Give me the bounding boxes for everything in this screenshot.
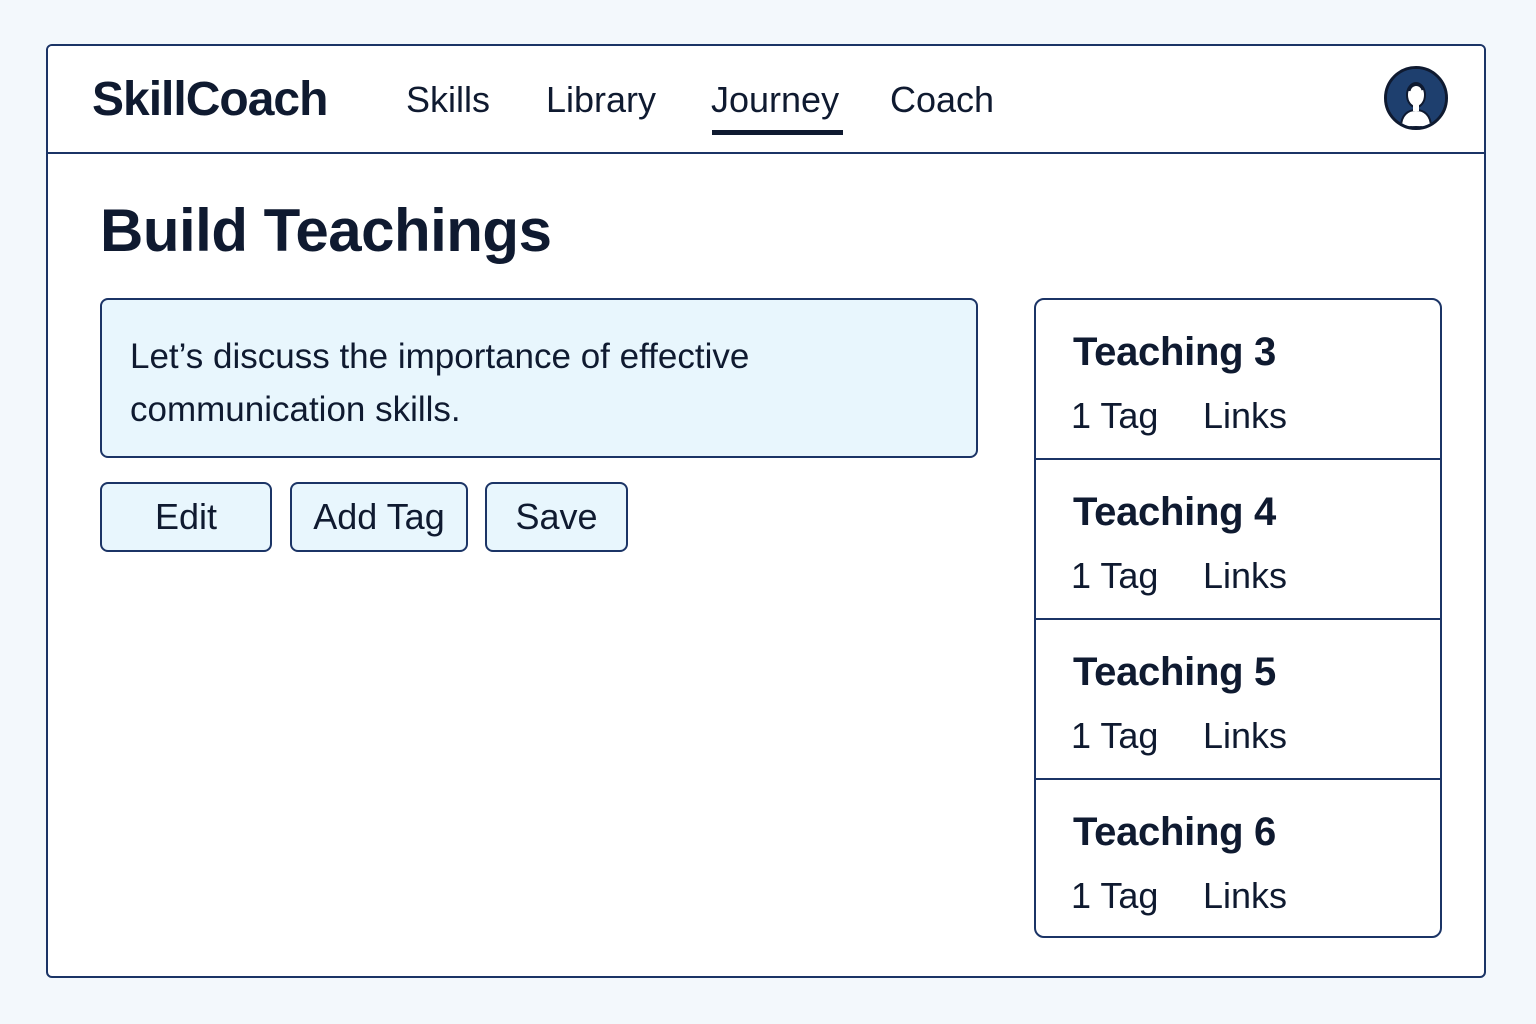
- teachings-list: Teaching 3 1 Tag Links Teaching 4 1 Tag …: [1034, 298, 1442, 938]
- teaching-links[interactable]: Links: [1203, 554, 1287, 598]
- teaching-card[interactable]: Teaching 3 1 Tag Links: [1036, 300, 1440, 460]
- brand-logo[interactable]: SkillCoach: [92, 72, 328, 128]
- teaching-text-box[interactable]: Let’s discuss the importance of effectiv…: [100, 298, 978, 458]
- teaching-title: Teaching 4: [1073, 490, 1276, 534]
- save-button[interactable]: Save: [485, 482, 628, 552]
- teaching-tag-count[interactable]: 1 Tag: [1071, 554, 1158, 598]
- page-title: Build Teachings: [100, 197, 552, 264]
- teaching-title: Teaching 5: [1073, 650, 1276, 694]
- nav-coach[interactable]: Coach: [890, 78, 994, 122]
- teaching-card[interactable]: Teaching 6 1 Tag Links: [1036, 780, 1440, 936]
- top-nav-bar: SkillCoach Skills Library Journey Coach: [48, 46, 1484, 154]
- teaching-card[interactable]: Teaching 4 1 Tag Links: [1036, 460, 1440, 620]
- active-nav-indicator: [712, 130, 843, 135]
- teaching-links[interactable]: Links: [1203, 394, 1287, 438]
- teaching-links[interactable]: Links: [1203, 714, 1287, 758]
- teaching-tag-count[interactable]: 1 Tag: [1071, 394, 1158, 438]
- nav-library[interactable]: Library: [546, 78, 656, 122]
- teaching-links[interactable]: Links: [1203, 874, 1287, 918]
- nav-skills[interactable]: Skills: [406, 78, 490, 122]
- edit-button[interactable]: Edit: [100, 482, 272, 552]
- teaching-title: Teaching 6: [1073, 810, 1276, 854]
- nav-journey[interactable]: Journey: [711, 78, 839, 122]
- teaching-card[interactable]: Teaching 5 1 Tag Links: [1036, 620, 1440, 780]
- user-avatar[interactable]: [1384, 66, 1448, 130]
- teaching-tag-count[interactable]: 1 Tag: [1071, 714, 1158, 758]
- teaching-title: Teaching 3: [1073, 330, 1276, 374]
- teaching-tag-count[interactable]: 1 Tag: [1071, 874, 1158, 918]
- add-tag-button[interactable]: Add Tag: [290, 482, 468, 552]
- user-avatar-icon: [1387, 69, 1445, 127]
- app-window: SkillCoach Skills Library Journey Coach …: [46, 44, 1486, 978]
